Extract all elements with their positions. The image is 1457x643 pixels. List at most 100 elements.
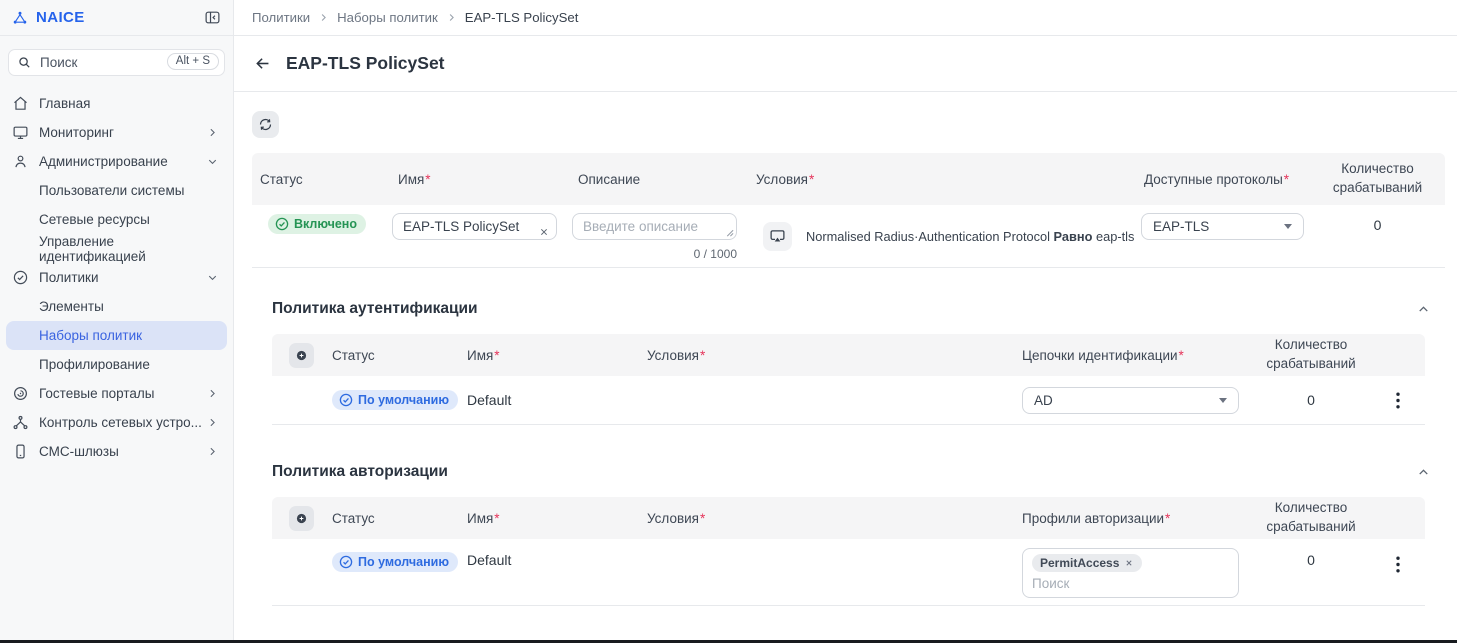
required-mark: * (494, 511, 499, 526)
sidebar-item-label: Политики (39, 270, 99, 285)
column-authorization-profiles: Профили авторизации* (1010, 497, 1252, 539)
resize-handle-icon[interactable] (725, 228, 734, 237)
sidebar-item-network-resources[interactable]: Сетевые ресурсы (6, 205, 227, 234)
identity-chain-select[interactable]: AD (1022, 387, 1239, 414)
sidebar-item-guest-portals[interactable]: Гостевые порталы (6, 379, 227, 408)
identity-chain-cell: AD (1010, 387, 1252, 414)
sidebar-item-system-users[interactable]: Пользователи системы (6, 176, 227, 205)
app-root: NAICE Alt + S (0, 0, 1457, 643)
check-circle-icon (339, 555, 353, 569)
authorization-policy-section: Политика авторизации Статус (252, 463, 1445, 606)
refresh-icon[interactable] (252, 111, 279, 138)
sidebar-item-administration[interactable]: Администрирование (6, 147, 227, 176)
back-arrow-icon[interactable] (253, 54, 272, 73)
breadcrumb-policy-sets[interactable]: Наборы политик (337, 10, 438, 25)
smartphone-icon (12, 443, 29, 460)
sidebar-item-label: Сетевые ресурсы (39, 212, 150, 227)
protocols-select[interactable]: EAP-TLS (1141, 213, 1304, 240)
chevron-right-icon (206, 445, 219, 458)
sidebar-item-sms-gateways[interactable]: СМС-шлюзы (6, 437, 227, 466)
policy-set-table: Статус Имя* Описание Условия* Доступные … (252, 153, 1445, 268)
column-actions (1370, 497, 1425, 539)
policy-set-row: Включено (252, 205, 1445, 268)
breadcrumb-policies[interactable]: Политики (252, 10, 310, 25)
name-cell (390, 205, 570, 267)
authorization-policy-table: Статус Имя* Условия* Профили авторизации… (272, 497, 1425, 606)
chevron-right-icon (206, 416, 219, 429)
naice-logo-icon (12, 10, 28, 26)
sidebar-item-home[interactable]: Главная (6, 89, 227, 118)
add-rule-cell (272, 334, 320, 376)
app-name: NAICE (36, 9, 85, 26)
rule-name: Default (455, 539, 635, 568)
sidebar-search: Alt + S (8, 49, 225, 76)
hit-count-value: 0 (1374, 217, 1382, 267)
sidebar-item-label: Контроль сетевых устро... (39, 415, 202, 430)
profiles-search-placeholder[interactable]: Поиск (1032, 576, 1229, 591)
sidebar-item-label: Элементы (39, 299, 104, 314)
description-textarea[interactable]: Введите описание (572, 213, 737, 240)
sidebar-item-label: Профилирование (39, 357, 150, 372)
sidebar-item-policy-sets[interactable]: Наборы политик (6, 321, 227, 350)
rule-name: Default (455, 392, 635, 408)
required-mark: * (1284, 172, 1289, 187)
page-title: EAP-TLS PolicySet (286, 53, 445, 74)
profile-chip: PermitAccess (1032, 554, 1142, 572)
sidebar-item-elements[interactable]: Элементы (6, 292, 227, 321)
chevron-up-icon[interactable] (1416, 465, 1431, 480)
search-icon (17, 55, 32, 70)
column-status: Статус (320, 497, 455, 539)
add-rule-icon[interactable] (289, 343, 314, 368)
policy-set-name-input[interactable] (392, 213, 557, 240)
sidebar-item-identity-management[interactable]: Управление идентификацией (6, 234, 227, 263)
authentication-rule-row: По умолчанию Default AD 0 (272, 376, 1425, 425)
clear-input-icon[interactable] (538, 226, 550, 238)
collapse-sidebar-icon[interactable] (204, 9, 221, 26)
sidebar-header: NAICE (0, 0, 233, 36)
chevron-right-icon (318, 12, 329, 23)
column-hit-count: Количество срабатываний (1252, 497, 1370, 539)
caret-down-icon (1284, 224, 1292, 229)
kebab-menu-icon[interactable] (1390, 388, 1406, 413)
sidebar-item-monitoring[interactable]: Мониторинг (6, 118, 227, 147)
page-header: EAP-TLS PolicySet (234, 36, 1457, 92)
sidebar-item-label: Пользователи системы (39, 183, 184, 198)
authentication-policy-section: Политика аутентификации Статус (252, 300, 1445, 425)
breadcrumb-current: EAP-TLS PolicySet (465, 10, 579, 25)
chevron-up-icon[interactable] (1416, 302, 1431, 317)
column-status: Статус (320, 334, 455, 376)
authorization-profiles-multiselect[interactable]: PermitAccess Поиск (1022, 548, 1239, 598)
required-mark: * (700, 511, 705, 526)
kebab-menu-icon[interactable] (1390, 552, 1406, 577)
status-cell: По умолчанию (320, 539, 455, 572)
remove-chip-icon[interactable] (1124, 558, 1134, 568)
breadcrumb: Политики Наборы политик EAP-TLS PolicySe… (234, 0, 1457, 36)
protocols-cell: EAP-TLS (1136, 205, 1310, 267)
chevron-down-icon (206, 271, 219, 284)
authentication-policy-table: Статус Имя* Условия* Цепочки идентификац… (272, 334, 1425, 425)
required-mark: * (425, 172, 430, 187)
row-actions-cell (1370, 388, 1425, 413)
column-conditions: Условия* (635, 334, 1010, 376)
status-cell: Включено (252, 205, 390, 267)
add-rule-icon[interactable] (289, 506, 314, 531)
sidebar-item-label: Главная (39, 96, 90, 111)
column-hit-count: Количество срабатываний (1310, 153, 1445, 205)
required-mark: * (700, 348, 705, 363)
column-conditions: Условия* (748, 153, 1136, 205)
home-icon (12, 95, 29, 112)
sidebar-item-label: Управление идентификацией (39, 234, 219, 264)
status-cell: По умолчанию (320, 390, 455, 410)
page-content: Статус Имя* Описание Условия* Доступные … (234, 92, 1457, 606)
main-area: Политики Наборы политик EAP-TLS PolicySe… (234, 0, 1457, 643)
hit-count-cell: 0 (1252, 392, 1370, 408)
add-rule-cell (272, 497, 320, 539)
sidebar-item-policies[interactable]: Политики (6, 263, 227, 292)
condition-display-icon[interactable] (763, 222, 792, 251)
condition-operator: Равно (1054, 229, 1093, 244)
hit-count-value: 0 (1307, 552, 1315, 568)
column-name: Имя* (455, 497, 635, 539)
authorization-profiles-cell: PermitAccess Поиск (1010, 539, 1252, 598)
sidebar-item-network-device-control[interactable]: Контроль сетевых устро... (6, 408, 227, 437)
sidebar-item-profiling[interactable]: Профилирование (6, 350, 227, 379)
